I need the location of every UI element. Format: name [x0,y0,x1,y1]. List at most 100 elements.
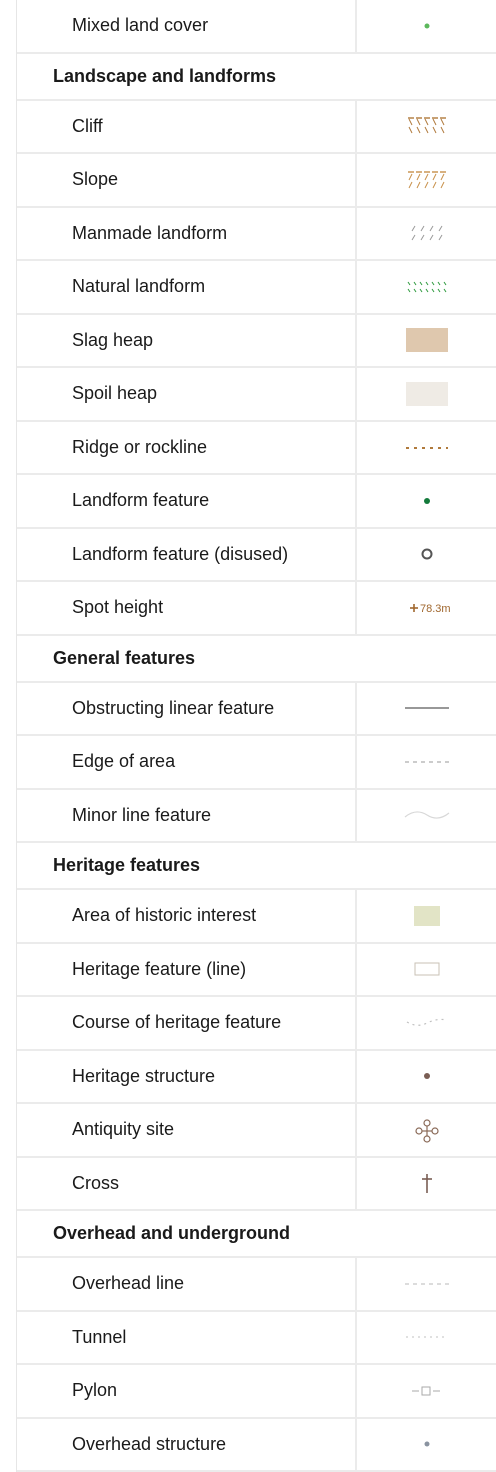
legend-symbol-cell [357,1104,496,1156]
legend-row: Natural landform [17,261,496,315]
legend-symbol-cell [357,736,496,788]
dot-small-grey-icon [377,1427,477,1461]
manmade-hatch-icon [377,216,477,250]
legend-row: Obstructing linear feature [17,683,496,737]
legend-symbol-cell [357,1365,496,1417]
legend-section-heading: Landscape and landforms [17,54,496,101]
legend-label: Antiquity site [17,1104,357,1156]
fill-swatch-icon [377,323,477,357]
legend-row: Overhead line [17,1258,496,1312]
legend-label: Spoil heap [17,368,357,420]
legend-symbol-cell [357,890,496,942]
dotted-small-icon [377,1320,477,1354]
dot-filled-icon [377,1059,477,1093]
wave-line-icon [377,798,477,832]
dotted-wave-icon [377,1006,477,1040]
legend-label: Area of historic interest [17,890,357,942]
legend-row: Minor line feature [17,790,496,844]
legend-section-heading: Heritage features [17,843,496,890]
legend-label: Cross [17,1158,357,1210]
legend-symbol-cell [357,1258,496,1310]
legend-row: Landform feature (disused) [17,529,496,583]
spot-height-value: 78.3m [420,603,451,615]
legend-row: Area of historic interest [17,890,496,944]
legend-row: Pylon [17,1365,496,1419]
dotted-line-icon [377,430,477,464]
legend-symbol-cell [357,997,496,1049]
legend-row: Overhead structure [17,1419,496,1472]
pylon-icon [377,1374,477,1408]
legend-row: Antiquity site [17,1104,496,1158]
legend-symbol-cell [357,315,496,367]
legend-label: Slag heap [17,315,357,367]
antiquity-icon [377,1113,477,1147]
legend-symbol-cell [357,683,496,735]
fill-swatch-icon [377,377,477,411]
legend-label: Landform feature [17,475,357,527]
slope-hatch-icon [377,163,477,197]
legend-row: Cliff [17,101,496,155]
legend-label: Obstructing linear feature [17,683,357,735]
dot-green-small-icon [377,9,477,43]
cross-icon [377,1166,477,1200]
fill-swatch-small-icon [377,899,477,933]
legend-section-heading: Overhead and underground [17,1211,496,1258]
legend-label: Slope [17,154,357,206]
legend-symbol-cell [357,0,496,52]
dashed-line-icon [377,745,477,779]
cliff-hatch-icon [377,109,477,143]
legend-row: Mixed land cover [17,0,496,54]
dashed-line-icon [377,1267,477,1301]
legend-symbol-cell [357,261,496,313]
map-legend: Mixed land coverLandscape and landformsC… [16,0,496,1472]
legend-label: Course of heritage feature [17,997,357,1049]
legend-symbol-cell [357,208,496,260]
legend-symbol-cell [357,1158,496,1210]
legend-symbol-cell [357,368,496,420]
legend-row: Tunnel [17,1312,496,1366]
legend-symbol-cell [357,529,496,581]
legend-symbol-cell [357,944,496,996]
legend-label: Tunnel [17,1312,357,1364]
legend-symbol-cell [357,790,496,842]
legend-row: Ridge or rockline [17,422,496,476]
legend-symbol-cell [357,101,496,153]
legend-row: Spot height 78.3m [17,582,496,636]
legend-label: Spot height [17,582,357,634]
legend-symbol-cell [357,475,496,527]
legend-label: Overhead line [17,1258,357,1310]
legend-row: Landform feature [17,475,496,529]
legend-label: Heritage feature (line) [17,944,357,996]
legend-symbol-cell [357,1051,496,1103]
solid-line-icon [377,691,477,725]
legend-row: Spoil heap [17,368,496,422]
legend-symbol-cell: 78.3m [357,582,496,634]
legend-symbol-cell [357,1419,496,1471]
ring-icon [377,537,477,571]
legend-row: Heritage feature (line) [17,944,496,998]
legend-label: Cliff [17,101,357,153]
legend-row: Slag heap [17,315,496,369]
legend-row: Course of heritage feature [17,997,496,1051]
legend-row: Cross [17,1158,496,1212]
legend-symbol-cell [357,154,496,206]
legend-label: Overhead structure [17,1419,357,1471]
spot-height-icon: 78.3m [377,591,477,625]
legend-label: Manmade landform [17,208,357,260]
legend-label: Edge of area [17,736,357,788]
legend-label: Minor line feature [17,790,357,842]
legend-symbol-cell [357,1312,496,1364]
legend-label: Natural landform [17,261,357,313]
legend-label: Landform feature (disused) [17,529,357,581]
dot-filled-icon [377,484,477,518]
outline-rect-icon [377,952,477,986]
legend-section-heading: General features [17,636,496,683]
legend-label: Ridge or rockline [17,422,357,474]
legend-label: Mixed land cover [17,0,357,52]
legend-label: Heritage structure [17,1051,357,1103]
natural-hatch-icon [377,270,477,304]
legend-row: Slope [17,154,496,208]
legend-symbol-cell [357,422,496,474]
legend-row: Heritage structure [17,1051,496,1105]
legend-row: Edge of area [17,736,496,790]
